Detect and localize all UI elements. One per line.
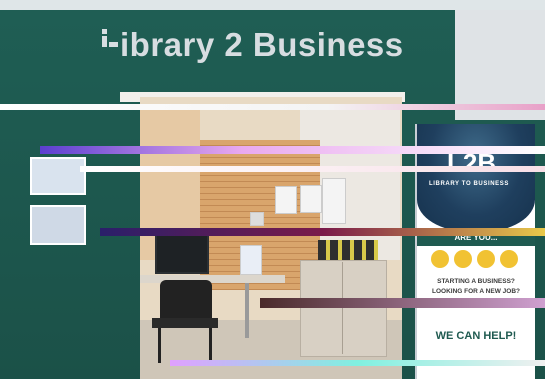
cabinet-door-split [342, 262, 343, 354]
glitch-band [170, 360, 545, 366]
sign-logo-mark [102, 29, 118, 47]
computer-monitor [155, 232, 209, 274]
posted-flyer [275, 186, 297, 214]
glitch-band [260, 298, 545, 308]
banner-looking: LOOKING FOR A NEW JOB? [432, 288, 520, 295]
banner-help: WE CAN HELP! [435, 330, 517, 342]
binders-shelf [318, 240, 378, 260]
lightbulb-icon [431, 250, 449, 268]
posted-flyer [322, 178, 346, 224]
desk-leg [245, 283, 249, 338]
banner-header: L2B LIBRARY TO BUSINESS [417, 124, 535, 232]
briefcase-icon [454, 250, 472, 268]
chair-leg [158, 328, 161, 363]
wall-notice [30, 157, 86, 195]
ceiling [0, 0, 545, 10]
glitch-band [80, 166, 545, 172]
person-icon [500, 250, 518, 268]
banner-icon-row [431, 250, 521, 272]
banner-starting: STARTING A BUSINESS? [437, 278, 515, 285]
banner-subtitle: LIBRARY TO BUSINESS [429, 181, 509, 187]
posted-flyer [300, 185, 322, 213]
chair-seat [152, 318, 218, 328]
l2b-banner: L2B LIBRARY TO BUSINESS ARE YOU... START… [415, 124, 535, 379]
glitch-band [0, 104, 545, 110]
photo-scene: ibrary 2 Business L2B LIBRARY TO BUSINES… [0, 0, 545, 379]
wall-outlet [250, 212, 264, 226]
cabinet [300, 260, 387, 357]
chair-back [160, 280, 212, 320]
glitch-band [100, 228, 545, 236]
glitch-band [40, 146, 545, 154]
wall-notice [30, 205, 86, 245]
chart-icon [477, 250, 495, 268]
sign-title: ibrary 2 Business [120, 26, 404, 63]
posted-flyer [240, 245, 262, 275]
chair-leg [209, 328, 212, 363]
